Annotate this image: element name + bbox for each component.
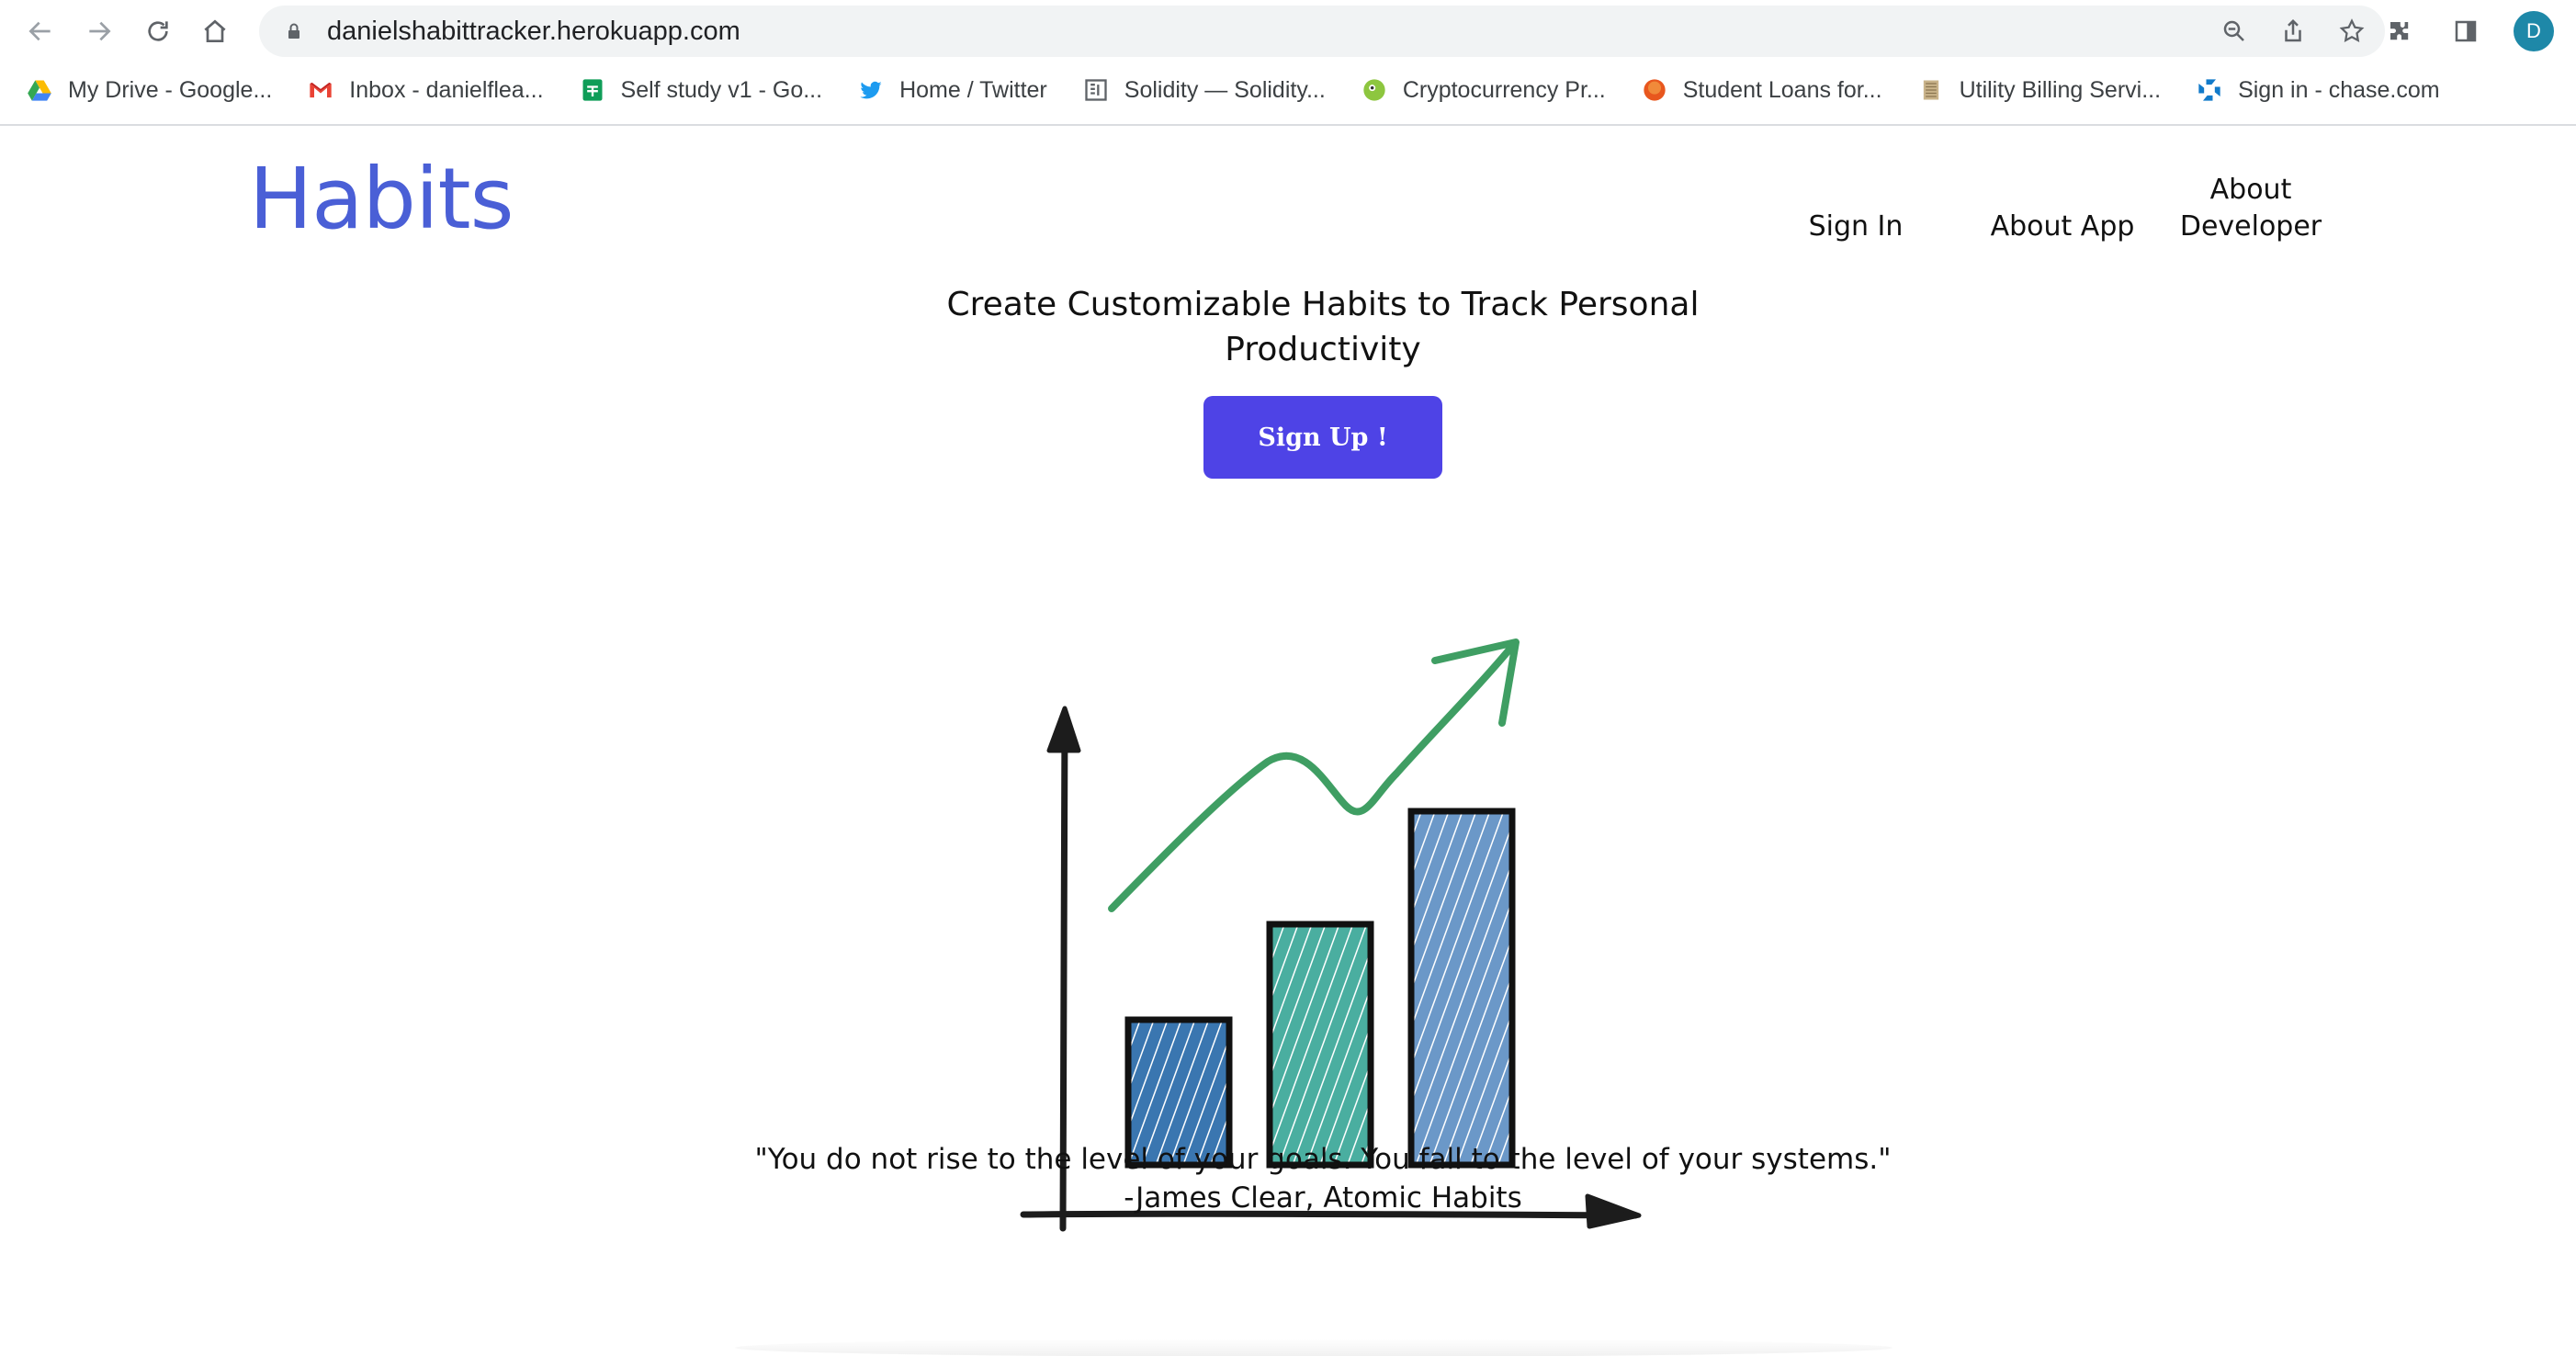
google-sheets-icon [579, 76, 606, 104]
twitter-icon [857, 76, 885, 104]
share-icon[interactable] [2277, 15, 2310, 48]
extensions-icon[interactable] [2381, 13, 2418, 50]
bar-large [1407, 808, 1516, 1169]
address-bar[interactable]: danielshabittracker.herokuapp.com [259, 6, 2385, 57]
reload-icon [148, 21, 168, 41]
site-logo[interactable]: Habits [249, 150, 514, 248]
lock-icon [279, 17, 309, 46]
nav-about-developer-link[interactable]: About Developer [2159, 172, 2343, 245]
chase-icon [2196, 76, 2223, 104]
bookmark-utility-billing[interactable]: Utility Billing Servi... [1917, 76, 2162, 104]
bookmark-student-loans[interactable]: Student Loans for... [1641, 76, 1882, 104]
solidity-icon [1082, 76, 1110, 104]
bookmark-label: Solidity — Solidity... [1124, 76, 1326, 103]
home-button[interactable] [197, 13, 233, 50]
back-button[interactable] [22, 13, 59, 50]
nav-sign-in-link[interactable]: Sign In [1782, 209, 1929, 245]
bookmark-label: Student Loans for... [1682, 76, 1882, 103]
star-icon[interactable] [2335, 15, 2368, 48]
arrow-left-icon [28, 21, 51, 41]
bookmark-label: Self study v1 - Go... [620, 76, 823, 103]
reload-button[interactable] [140, 13, 176, 50]
google-drive-icon [26, 76, 53, 104]
quote-attribution: -James Clear, Atomic Habits [1124, 1181, 1522, 1215]
url-text: danielshabittracker.herokuapp.com [327, 16, 740, 46]
top-nav: Sign In About App About Developer [1809, 172, 2576, 264]
browser-toolbar: danielshabittracker.herokuapp.com D [0, 0, 2576, 62]
student-loans-icon [1641, 76, 1668, 104]
quote-text: "You do not rise to the level of your go… [754, 1143, 1892, 1176]
bookmark-inbox[interactable]: Inbox - danielflea... [307, 76, 544, 104]
forward-button[interactable] [81, 13, 118, 50]
profile-avatar[interactable]: D [2514, 11, 2554, 51]
arrow-right-icon [89, 21, 111, 41]
coingecko-icon [1361, 76, 1388, 104]
quote-block: "You do not rise to the level of your go… [753, 1140, 1892, 1217]
bookmark-my-drive[interactable]: My Drive - Google... [26, 76, 272, 104]
bookmark-label: Cryptocurrency Pr... [1402, 76, 1606, 103]
bar-medium [1266, 921, 1374, 1169]
page: Habits Sign In About App About Developer… [0, 126, 2576, 1356]
bookmark-label: My Drive - Google... [68, 76, 273, 103]
bookmark-chase[interactable]: Sign in - chase.com [2196, 76, 2440, 104]
utility-billing-icon [1917, 76, 1945, 104]
bookmark-self-study[interactable]: Self study v1 - Go... [579, 76, 823, 104]
bottom-card-shadow [735, 1339, 1892, 1356]
bookmark-label: Sign in - chase.com [2238, 76, 2440, 103]
bookmark-label: Utility Billing Servi... [1959, 76, 2162, 103]
home-icon [204, 19, 226, 42]
browser-chrome: danielshabittracker.herokuapp.com D My D… [0, 0, 2576, 126]
nav-about-app-link[interactable]: About App [1980, 209, 2145, 245]
side-panel-icon[interactable] [2447, 13, 2484, 50]
hero-headline: Create Customizable Habits to Track Pers… [946, 286, 1700, 368]
bookmark-label: Inbox - danielflea... [349, 76, 544, 103]
bookmark-label: Home / Twitter [899, 76, 1047, 103]
bookmark-cryptocurrency[interactable]: Cryptocurrency Pr... [1361, 76, 1606, 104]
bookmarks-bar: My Drive - Google... Inbox - danielflea.… [26, 68, 2475, 112]
zoom-icon[interactable] [2218, 15, 2251, 48]
sign-up-button[interactable]: Sign Up ! [1203, 396, 1442, 479]
gmail-icon [307, 76, 334, 104]
bookmark-solidity[interactable]: Solidity — Solidity... [1082, 76, 1326, 104]
y-axis-arrowhead [1046, 706, 1081, 753]
bookmark-twitter[interactable]: Home / Twitter [857, 76, 1047, 104]
